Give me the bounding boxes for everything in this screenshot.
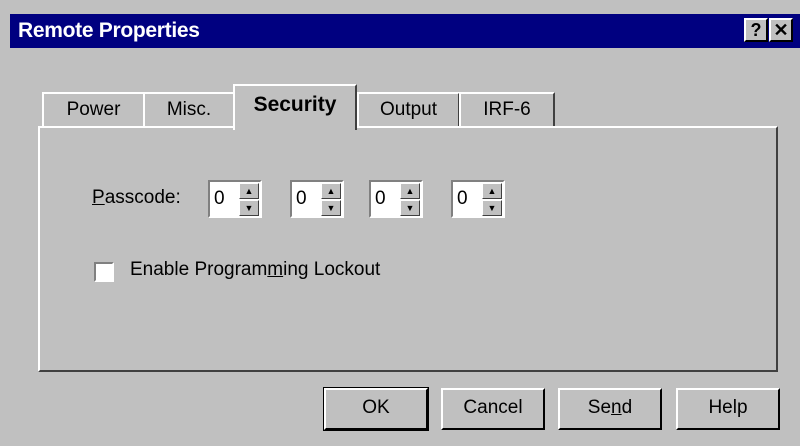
ok-button[interactable]: OK bbox=[323, 387, 429, 431]
tab-irf-6[interactable]: IRF-6 bbox=[459, 92, 555, 128]
remote-properties-dialog: Remote Properties ? ✕ Power Misc. Securi… bbox=[0, 0, 800, 446]
tab-power[interactable]: Power bbox=[42, 92, 145, 128]
send-button[interactable]: Send bbox=[558, 388, 662, 430]
tab-output[interactable]: Output bbox=[357, 92, 460, 128]
close-button[interactable]: ✕ bbox=[769, 18, 793, 42]
help-button[interactable]: Help bbox=[676, 388, 780, 430]
help-title-button[interactable]: ? bbox=[744, 18, 768, 42]
cancel-button[interactable]: Cancel bbox=[441, 388, 545, 430]
security-tab-panel bbox=[38, 126, 778, 372]
close-icon: ✕ bbox=[773, 20, 789, 40]
window-title: Remote Properties bbox=[18, 19, 200, 42]
tab-misc[interactable]: Misc. bbox=[143, 92, 235, 128]
tab-security[interactable]: Security bbox=[233, 84, 357, 130]
title-bar[interactable]: Remote Properties ? ✕ bbox=[10, 14, 800, 48]
